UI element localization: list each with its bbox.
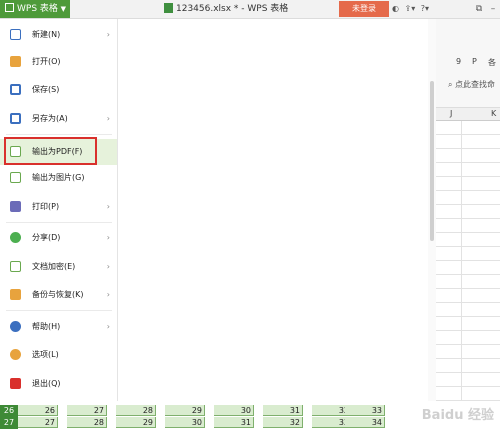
menu-item-label: 退出(Q)	[32, 379, 61, 388]
cell[interactable]: 26	[18, 405, 58, 416]
new-doc-icon	[10, 29, 21, 40]
chevron-right-icon: ›	[106, 114, 110, 123]
chevron-right-icon: ›	[106, 262, 110, 271]
row-number[interactable]: 26	[0, 405, 18, 417]
scrollbar-thumb[interactable]	[430, 81, 434, 241]
wps-menu-button[interactable]: WPS 表格 ▼	[0, 0, 70, 18]
menu-item-label: 保存(S)	[32, 85, 60, 94]
encrypt-icon	[10, 261, 21, 272]
cell[interactable]: 33	[345, 405, 385, 416]
wps-logo-icon	[5, 3, 14, 12]
wps-menu-label: WPS 表格	[17, 4, 58, 14]
menu-item-print[interactable]: 打印(P) ›	[0, 194, 117, 220]
menu-item-label: 分享(D)	[32, 233, 61, 242]
help-icon	[10, 321, 21, 332]
scrollbar[interactable]	[428, 19, 436, 401]
chevron-right-icon: ›	[106, 290, 110, 299]
menu-item-options[interactable]: 选项(L)	[0, 342, 117, 368]
cell[interactable]: 30	[214, 405, 254, 416]
table-row: 26 26 27 28 29 30 31 32 33	[0, 405, 385, 417]
chevron-down-icon: ▼	[60, 5, 66, 13]
ribbon-item[interactable]: P	[472, 57, 477, 66]
menu-item-exit[interactable]: 退出(Q)	[0, 371, 117, 397]
cell[interactable]: 31	[263, 405, 303, 416]
menu-item-new[interactable]: 新建(N) ›	[0, 22, 117, 48]
row-number[interactable]: 27	[0, 417, 18, 429]
chevron-right-icon: ›	[106, 322, 110, 331]
menu-item-help[interactable]: 帮助(H) ›	[0, 314, 117, 340]
menu-item-share[interactable]: 分享(D) ›	[0, 225, 117, 251]
title-toolbar: ◐ ⇪▾ ?▾	[392, 0, 432, 18]
cell[interactable]: 32	[263, 417, 303, 428]
menu-item-encrypt[interactable]: 文档加密(E) ›	[0, 254, 117, 280]
exit-icon	[10, 378, 21, 389]
menu-item-label: 打印(P)	[32, 202, 60, 211]
open-folder-icon	[10, 56, 21, 67]
cell[interactable]: 31	[214, 417, 254, 428]
cell[interactable]: 29	[116, 417, 156, 428]
share-icon[interactable]: ⇪▾	[405, 4, 416, 13]
menu-item-label: 新建(N)	[32, 30, 61, 39]
login-button[interactable]: 未登录	[339, 1, 389, 17]
menu-divider	[6, 134, 112, 135]
backup-icon	[10, 289, 21, 300]
cell[interactable]: 27	[18, 417, 58, 428]
menu-item-backup[interactable]: 备份与恢复(K) ›	[0, 282, 117, 308]
minimize-icon[interactable]: –	[486, 0, 500, 18]
menu-item-label: 帮助(H)	[32, 322, 61, 331]
save-as-icon	[10, 113, 21, 124]
document-title: 123456.xlsx * - WPS 表格	[164, 0, 288, 18]
options-gear-icon	[10, 349, 21, 360]
cell[interactable]: 30	[165, 417, 205, 428]
file-menu: 新建(N) › 打开(O) 保存(S) 另存为(A) › 输出为PDF(F) 输…	[0, 19, 118, 401]
export-pdf-icon	[10, 146, 21, 157]
chevron-right-icon: ›	[106, 233, 110, 242]
ribbon-item[interactable]: 9	[456, 57, 461, 66]
menu-divider	[6, 310, 112, 311]
menu-item-label: 选项(L)	[32, 350, 59, 359]
menu-item-save-as[interactable]: 另存为(A) ›	[0, 106, 117, 132]
print-icon	[10, 201, 21, 212]
search-label: 点此查找命	[455, 80, 496, 89]
menu-item-label: 输出为图片(G)	[32, 173, 85, 182]
column-header: J K	[436, 108, 500, 121]
xlsx-file-icon	[164, 3, 173, 13]
cell[interactable]: 28	[67, 417, 107, 428]
search-icon: ⌕	[448, 80, 453, 89]
spreadsheet-grid[interactable]	[436, 108, 500, 429]
column-label[interactable]: K	[491, 109, 496, 118]
window-controls: ⧉ –	[472, 0, 500, 18]
document-title-text: 123456.xlsx * - WPS 表格	[176, 4, 289, 14]
menu-item-open[interactable]: 打开(O)	[0, 49, 117, 75]
ribbon-item[interactable]: 各	[488, 57, 496, 68]
menu-item-label: 文档加密(E)	[32, 262, 76, 271]
watermark: Baidu 经验	[421, 408, 494, 423]
menu-item-label: 另存为(A)	[32, 114, 68, 123]
menu-divider	[6, 222, 112, 223]
submenu-pane	[118, 19, 428, 401]
cell[interactable]: 28	[116, 405, 156, 416]
command-search[interactable]: ⌕ 点此查找命	[448, 79, 495, 90]
skin-icon[interactable]: ◐	[392, 4, 399, 13]
menu-item-save[interactable]: 保存(S)	[0, 77, 117, 103]
share-icon	[10, 232, 21, 243]
menu-item-label: 备份与恢复(K)	[32, 290, 84, 299]
cell[interactable]: 34	[345, 417, 385, 428]
ribbon-area: 9 P 各	[436, 19, 500, 108]
chevron-right-icon: ›	[106, 30, 110, 39]
export-image-icon	[10, 172, 21, 183]
help-icon[interactable]: ?▾	[421, 4, 429, 13]
restore-icon[interactable]: ⧉	[472, 0, 486, 18]
title-bar: WPS 表格 ▼ 123456.xlsx * - WPS 表格 未登录 ◐ ⇪▾…	[0, 0, 500, 19]
menu-item-label: 打开(O)	[32, 57, 61, 66]
cell[interactable]: 29	[165, 405, 205, 416]
menu-item-label: 输出为PDF(F)	[32, 147, 83, 156]
cell[interactable]: 27	[67, 405, 107, 416]
table-row: 27 27 28 29 30 31 32 33 34	[0, 417, 385, 429]
chevron-right-icon: ›	[106, 202, 110, 211]
save-icon	[10, 84, 21, 95]
menu-item-export-pdf[interactable]: 输出为PDF(F)	[0, 137, 117, 165]
menu-item-export-image[interactable]: 输出为图片(G)	[0, 165, 117, 191]
column-label[interactable]: J	[450, 109, 452, 118]
